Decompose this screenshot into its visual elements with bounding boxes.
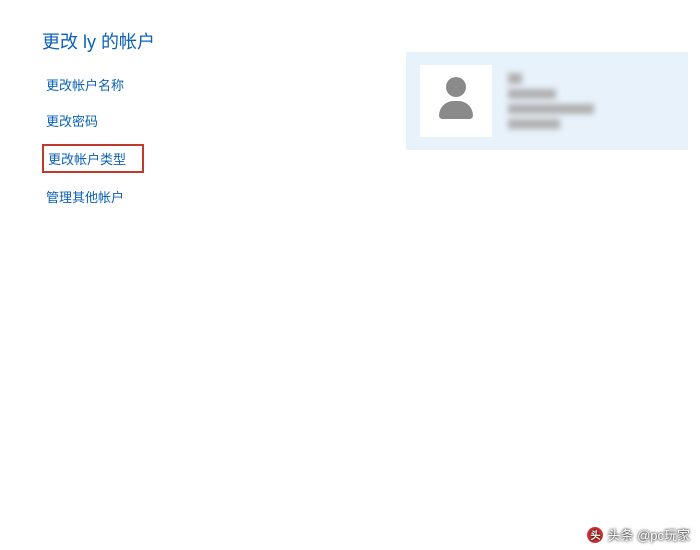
watermark: 头 头条 @pc玩家	[587, 525, 690, 544]
account-detail	[508, 104, 594, 114]
watermark-icon: 头	[587, 527, 603, 543]
user-icon	[432, 77, 480, 125]
link-manage-other-accounts[interactable]: 管理其他帐户	[42, 184, 128, 209]
avatar	[420, 65, 492, 137]
watermark-text: 头条 @pc玩家	[607, 525, 690, 544]
account-detail	[508, 119, 560, 129]
action-links: 更改帐户名称 更改密码 更改帐户类型 管理其他帐户	[42, 72, 402, 209]
link-change-password[interactable]: 更改密码	[42, 108, 102, 133]
page-title: 更改 ly 的帐户	[42, 28, 402, 54]
link-change-account-type[interactable]: 更改帐户类型	[42, 144, 144, 173]
account-detail	[508, 89, 556, 99]
link-change-account-name[interactable]: 更改帐户名称	[42, 72, 128, 97]
account-username	[508, 73, 522, 84]
account-card[interactable]	[406, 52, 688, 150]
account-info	[508, 73, 594, 129]
